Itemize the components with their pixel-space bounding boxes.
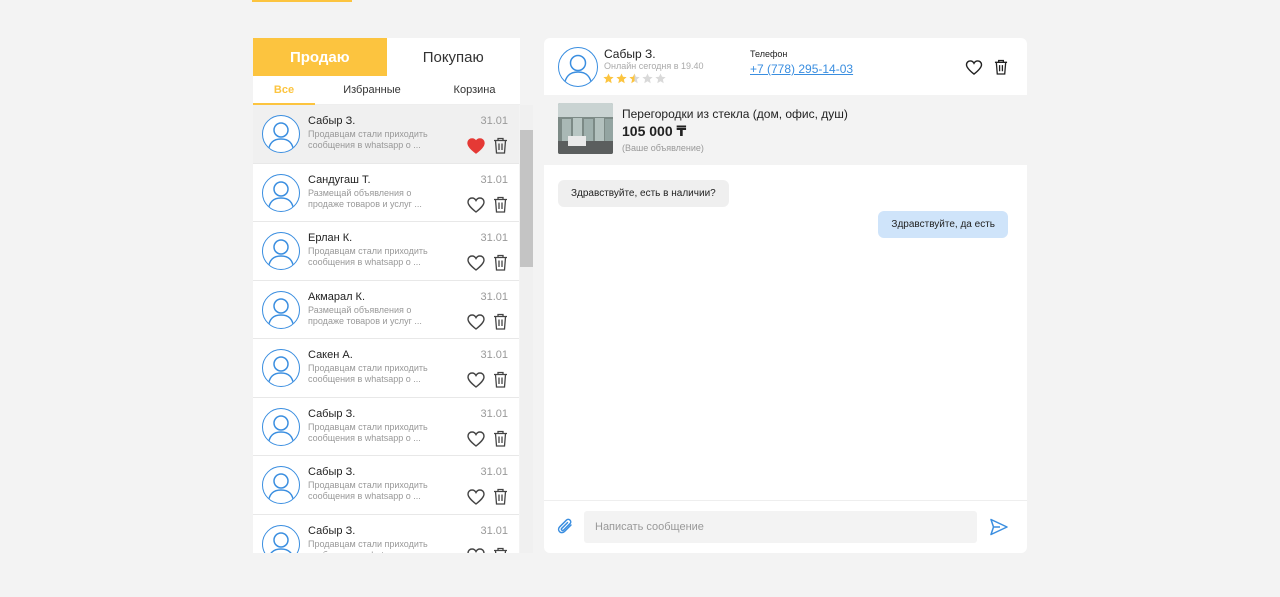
conversation-header: Сабыр З. Онлайн сегодня в 19.40 Телефон … — [544, 38, 1027, 95]
trash-icon[interactable] — [493, 547, 508, 553]
chat-list-panel: Продаю Покупаю Все Избранные Корзина Саб… — [253, 38, 533, 553]
chat-list-item[interactable]: Сабыр З. Продавцам стали приходить сообщ… — [253, 514, 519, 554]
user-icon — [558, 47, 598, 87]
chat-list-item[interactable]: Сабыр З. Продавцам стали приходить сообщ… — [253, 105, 519, 164]
listing-note: (Ваше объявление) — [622, 143, 704, 153]
contact-name: Сабыр З. — [604, 47, 656, 61]
chat-message-preview: Размещай объявления о продаже товаров и … — [308, 187, 422, 209]
chat-message-preview: Продавцам стали приходить сообщения в wh… — [308, 363, 428, 384]
tab-sell[interactable]: Продаю — [253, 38, 387, 76]
chat-list-item[interactable]: Сакен А. Продавцам стали приходить сообщ… — [253, 339, 519, 398]
chat-date: 31.01 — [480, 290, 508, 303]
chat-message-preview: Продавцам стали приходить сообщения в wh… — [308, 421, 428, 443]
user-icon — [262, 466, 300, 504]
chat-date: 31.01 — [480, 349, 508, 361]
chat-list-item[interactable]: Сандугаш Т. Размещай объявления о продаж… — [253, 163, 519, 222]
heart-icon[interactable] — [467, 313, 485, 330]
chat-contact-name: Сабыр З. — [308, 524, 356, 537]
user-icon — [262, 524, 300, 553]
incoming-message: Здравствуйте, есть в наличии? — [558, 180, 729, 207]
chat-list-item[interactable]: Сабыр З. Продавцам стали приходить сообщ… — [253, 397, 519, 456]
chat-list-item[interactable]: Ерлан К. Продавцам стали приходить сообщ… — [253, 222, 519, 281]
chat-contact-name: Ерлан К. — [308, 232, 353, 244]
chat-message-preview: Продавцам стали приходить сообщения в wh… — [308, 129, 428, 150]
outgoing-message: Здравствуйте, да есть — [878, 211, 1008, 238]
chat-contact-name: Сабыр З. — [308, 466, 356, 478]
heart-icon[interactable] — [467, 372, 485, 388]
star-icon — [642, 71, 653, 84]
chat-message-preview: Продавцам стали приходить сообщения в wh… — [308, 480, 428, 501]
trash-icon[interactable] — [493, 196, 508, 213]
chat-list-scrollbar[interactable] — [520, 105, 533, 553]
star-icon — [629, 71, 640, 84]
heart-icon[interactable] — [467, 196, 485, 213]
chat-message-preview: Продавцам стали приходить сообщения в wh… — [308, 538, 428, 554]
trash-icon[interactable] — [994, 59, 1008, 75]
filter-all[interactable]: Все — [253, 76, 315, 105]
heart-icon[interactable] — [965, 60, 983, 75]
trash-icon[interactable] — [493, 430, 508, 447]
heart-icon[interactable] — [467, 138, 485, 154]
chat-contact-name: Сабыр З. — [308, 407, 356, 420]
chat-list-item[interactable]: Акмарал К. Размещай объявления о продаже… — [253, 280, 519, 339]
chat-contact-name: Сабыр З. — [308, 115, 356, 127]
filter-cart[interactable]: Корзина — [429, 76, 520, 104]
heart-icon[interactable] — [467, 489, 485, 505]
filter-tabs: Все Избранные Корзина — [253, 76, 520, 105]
trash-icon[interactable] — [493, 137, 508, 154]
listing-price: 105 000 ₸ — [622, 123, 687, 139]
star-icon — [603, 71, 614, 84]
listing-title: Перегородки из стекла (дом, офис, душ) — [622, 107, 848, 121]
trash-icon[interactable] — [493, 313, 508, 330]
conversation-panel: Сабыр З. Онлайн сегодня в 19.40 Телефон … — [544, 38, 1027, 553]
user-icon — [262, 407, 300, 446]
tab-buy[interactable]: Покупаю — [387, 38, 521, 76]
trash-icon[interactable] — [493, 371, 508, 388]
message-input[interactable] — [584, 511, 977, 543]
chat-date: 31.01 — [480, 115, 508, 127]
user-icon — [262, 349, 300, 387]
filter-favorites[interactable]: Избранные — [315, 76, 429, 104]
chat-date: 31.01 — [480, 173, 508, 186]
chat-message-preview: Размещай объявления о продаже товаров и … — [308, 304, 422, 326]
top-accent-bar — [252, 0, 352, 2]
chat-date: 31.01 — [480, 466, 508, 478]
chat-contact-name: Акмарал К. — [308, 290, 366, 303]
star-icon — [655, 71, 666, 84]
phone-label: Телефон — [750, 49, 788, 59]
phone-link[interactable]: +7 (778) 295-14-03 — [750, 62, 853, 76]
heart-icon[interactable] — [467, 430, 485, 447]
chat-contact-name: Сандугаш Т. — [308, 173, 371, 186]
chat-date: 31.01 — [480, 407, 508, 420]
message-thread: Здравствуйте, есть в наличии? Здравствуй… — [544, 165, 1027, 500]
online-status: Онлайн сегодня в 19.40 — [604, 61, 704, 71]
chat-message-preview: Продавцам стали приходить сообщения в wh… — [308, 246, 428, 267]
message-composer — [544, 500, 1027, 553]
chat-contact-name: Сакен А. — [308, 349, 353, 361]
chat-list: Сабыр З. Продавцам стали приходить сообщ… — [253, 105, 520, 553]
star-icon — [616, 71, 627, 84]
heart-icon[interactable] — [467, 255, 485, 271]
rating-stars — [603, 71, 666, 84]
trash-icon[interactable] — [493, 254, 508, 271]
listing-summary[interactable]: Перегородки из стекла (дом, офис, душ) 1… — [544, 95, 1027, 165]
mode-tabs: Продаю Покупаю — [253, 38, 520, 76]
chat-list-item[interactable]: Сабыр З. Продавцам стали приходить сообщ… — [253, 456, 519, 515]
trash-icon[interactable] — [493, 488, 508, 505]
chat-date: 31.01 — [480, 524, 508, 537]
user-icon — [262, 173, 300, 212]
chat-date: 31.01 — [480, 232, 508, 244]
scrollbar-thumb[interactable] — [520, 130, 533, 267]
paperclip-icon[interactable] — [556, 517, 576, 537]
heart-icon[interactable] — [467, 547, 485, 553]
send-icon[interactable] — [989, 517, 1009, 537]
user-icon — [262, 232, 300, 270]
user-icon — [262, 115, 300, 153]
user-icon — [262, 290, 300, 329]
listing-photo — [558, 103, 613, 154]
